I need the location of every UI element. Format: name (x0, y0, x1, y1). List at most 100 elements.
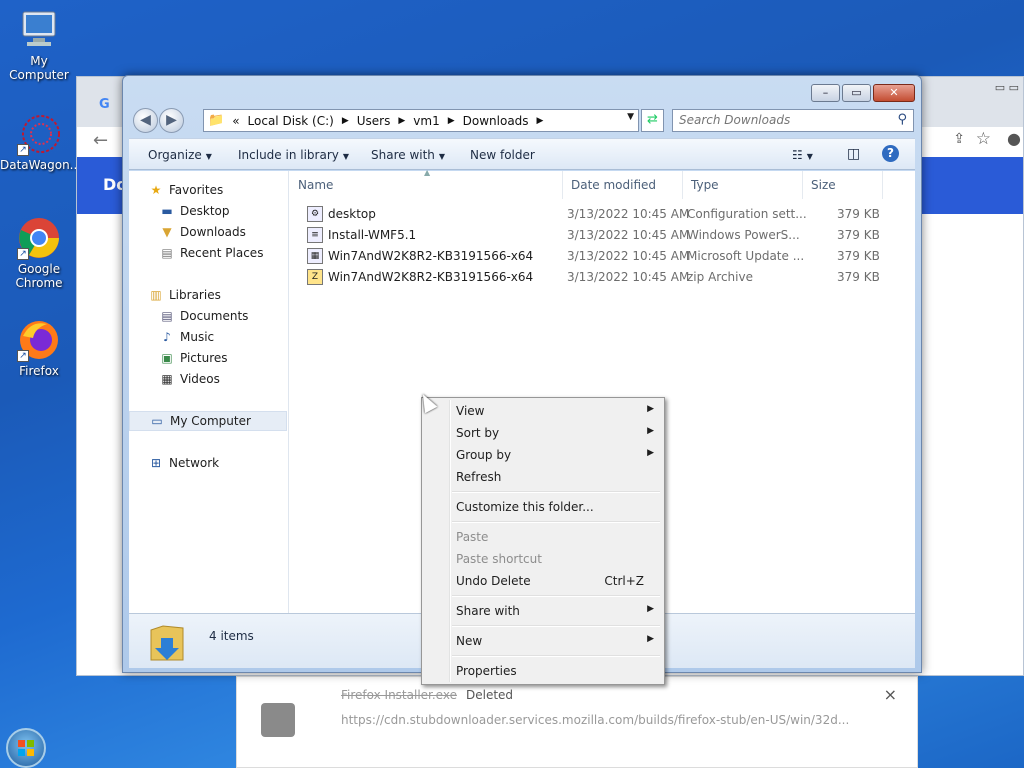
chrome-icon: ↗ (17, 216, 61, 260)
breadcrumb-chevron-icon[interactable]: ▶ (448, 116, 455, 126)
back-arrow-icon[interactable]: ← (93, 130, 108, 151)
desktop-icon-chrome[interactable]: ↗ Google Chrome (0, 216, 78, 290)
preview-pane-icon[interactable]: ◫ (847, 146, 860, 162)
forward-button[interactable]: ▶ (159, 108, 184, 133)
help-icon[interactable]: ? (882, 145, 899, 162)
breadcrumb-users[interactable]: Users (357, 114, 391, 128)
nav-music[interactable]: ♪ Music (129, 327, 287, 347)
nav-label: Videos (180, 372, 220, 386)
breadcrumb-vm1[interactable]: vm1 (413, 114, 439, 128)
desktop-icon: ▬ (161, 204, 173, 218)
breadcrumb-downloads[interactable]: Downloads (463, 114, 529, 128)
nav-favorites[interactable]: ★ Favorites (129, 180, 287, 200)
menu-item-view[interactable]: View ▶ (424, 400, 662, 422)
file-row[interactable]: ⚙ desktop 3/13/2022 10:45 AM Configurati… (300, 204, 880, 225)
item-count: 4 items (209, 629, 254, 643)
menu-item-undo-delete[interactable]: Undo Delete Ctrl+Z (424, 570, 662, 592)
organize-button[interactable]: Organize ▼ (148, 148, 212, 162)
nav-label: Downloads (180, 225, 246, 239)
command-bar: Organize ▼ Include in library ▼ Share with… (129, 138, 915, 170)
menu-separator (452, 655, 660, 657)
menu-item-share-with[interactable]: Share with ▶ (424, 600, 662, 622)
column-header-size[interactable]: Size (803, 171, 883, 199)
nav-label: Libraries (169, 288, 221, 302)
file-row[interactable]: ▦ Win7AndW2K8R2-KB3191566-x64 3/13/2022 … (300, 246, 880, 267)
menu-label: Paste (456, 530, 489, 544)
menu-item-group-by[interactable]: Group by ▶ (424, 444, 662, 466)
breadcrumb-chevron-icon[interactable]: ▶ (342, 116, 349, 126)
nav-label: Recent Places (180, 246, 264, 260)
menu-item-paste-shortcut[interactable]: Paste shortcut (424, 548, 662, 570)
desktop-icon-label: Firefox (19, 364, 59, 378)
address-bar[interactable]: 📁 « Local Disk (C:) ▶ Users ▶ vm1 ▶ Down… (203, 109, 639, 132)
chevron-down-icon: ▼ (342, 152, 350, 161)
context-menu: View ▶ Sort by ▶ Group by ▶ Refresh Customi… (421, 397, 665, 685)
view-options-button[interactable]: ☷ ▼ (792, 148, 813, 162)
breadcrumb-chevron-icon[interactable]: ▶ (398, 116, 405, 126)
chevron-down-icon[interactable]: ▼ (627, 112, 634, 122)
nav-label: Pictures (180, 351, 228, 365)
nav-documents[interactable]: ▤ Documents (129, 306, 287, 326)
profile-icon[interactable]: ● (1007, 129, 1021, 148)
menu-item-sort-by[interactable]: Sort by ▶ (424, 422, 662, 444)
submenu-arrow-icon: ▶ (647, 404, 654, 414)
search-icon[interactable]: ⚲ (897, 112, 907, 127)
network-icon: ⊞ (150, 456, 162, 470)
search-box[interactable]: ⚲ (672, 109, 914, 132)
desktop-icon-label: My Computer (9, 54, 69, 82)
close-button[interactable]: ✕ (873, 84, 915, 102)
file-name: desktop (328, 207, 376, 221)
column-header-date[interactable]: Date modified (563, 171, 683, 199)
new-folder-button[interactable]: New folder (470, 148, 535, 162)
breadcrumb-local-disk[interactable]: Local Disk (C:) (248, 114, 334, 128)
window-caption-buttons: – ▭ ✕ (809, 84, 915, 102)
menu-separator (452, 595, 660, 597)
menu-shortcut: Ctrl+Z (604, 574, 644, 588)
menu-item-refresh[interactable]: Refresh (424, 466, 662, 488)
nav-my-computer[interactable]: ▭ My Computer (129, 411, 287, 431)
menu-item-paste[interactable]: Paste (424, 526, 662, 548)
address-prefix[interactable]: « (232, 114, 239, 128)
nav-recent-places[interactable]: ▤ Recent Places (129, 243, 287, 263)
maximize-button[interactable]: ▭ (842, 84, 871, 102)
desktop-icon-label: Google Chrome (15, 262, 63, 290)
file-row[interactable]: ≡ Install-WMF5.1 3/13/2022 10:45 AM Wind… (300, 225, 880, 246)
file-size: 379 KB (837, 249, 880, 263)
include-in-library-button[interactable]: Include in library ▼ (238, 148, 349, 162)
file-name: Win7AndW2K8R2-KB3191566-x64 (328, 249, 534, 263)
menu-label: Share with (456, 604, 520, 618)
nav-videos[interactable]: ▦ Videos (129, 369, 287, 389)
desktop-icon-my-computer[interactable]: My Computer (0, 8, 78, 82)
file-type: zip Archive (687, 270, 753, 284)
menu-item-new[interactable]: New ▶ (424, 630, 662, 652)
nav-desktop[interactable]: ▬ Desktop (129, 201, 287, 221)
bookmark-star-icon[interactable]: ☆ (976, 129, 991, 149)
close-icon[interactable]: × (884, 685, 897, 704)
search-input[interactable] (679, 110, 889, 130)
menu-separator (452, 625, 660, 627)
downloads-folder-icon: ▼ (162, 225, 172, 239)
column-header-type[interactable]: Type (683, 171, 803, 199)
menu-item-properties[interactable]: Properties (424, 660, 662, 682)
windows-logo-icon (18, 740, 34, 756)
download-filename[interactable]: Firefox Installer.exe (341, 688, 457, 702)
share-icon[interactable]: ⇪ (953, 131, 965, 147)
column-header-name[interactable]: Name (290, 171, 563, 199)
nav-downloads[interactable]: ▼ Downloads (129, 222, 287, 242)
menu-item-customize[interactable]: Customize this folder... (424, 496, 662, 518)
desktop-icon-datawagon[interactable]: ↗ DataWagon... (0, 112, 81, 172)
refresh-button[interactable]: ⇄ (641, 109, 664, 132)
file-row[interactable]: Z Win7AndW2K8R2-KB3191566-x64 3/13/2022 … (300, 267, 880, 288)
back-button[interactable]: ◀ (133, 108, 158, 133)
share-with-button[interactable]: Share with ▼ (371, 148, 445, 162)
nav-label: Music (180, 330, 215, 344)
desktop-icon-firefox[interactable]: ↗ Firefox (0, 318, 78, 378)
chrome-window-controls[interactable]: ▭ ▭ (995, 81, 1019, 94)
menu-label: Sort by (456, 426, 500, 440)
start-button[interactable] (6, 728, 46, 768)
breadcrumb-chevron-icon[interactable]: ▶ (537, 116, 544, 126)
minimize-button[interactable]: – (811, 84, 840, 102)
nav-pictures[interactable]: ▣ Pictures (129, 348, 287, 368)
nav-network[interactable]: ⊞ Network (129, 453, 287, 473)
nav-libraries[interactable]: ▥ Libraries (129, 285, 287, 305)
